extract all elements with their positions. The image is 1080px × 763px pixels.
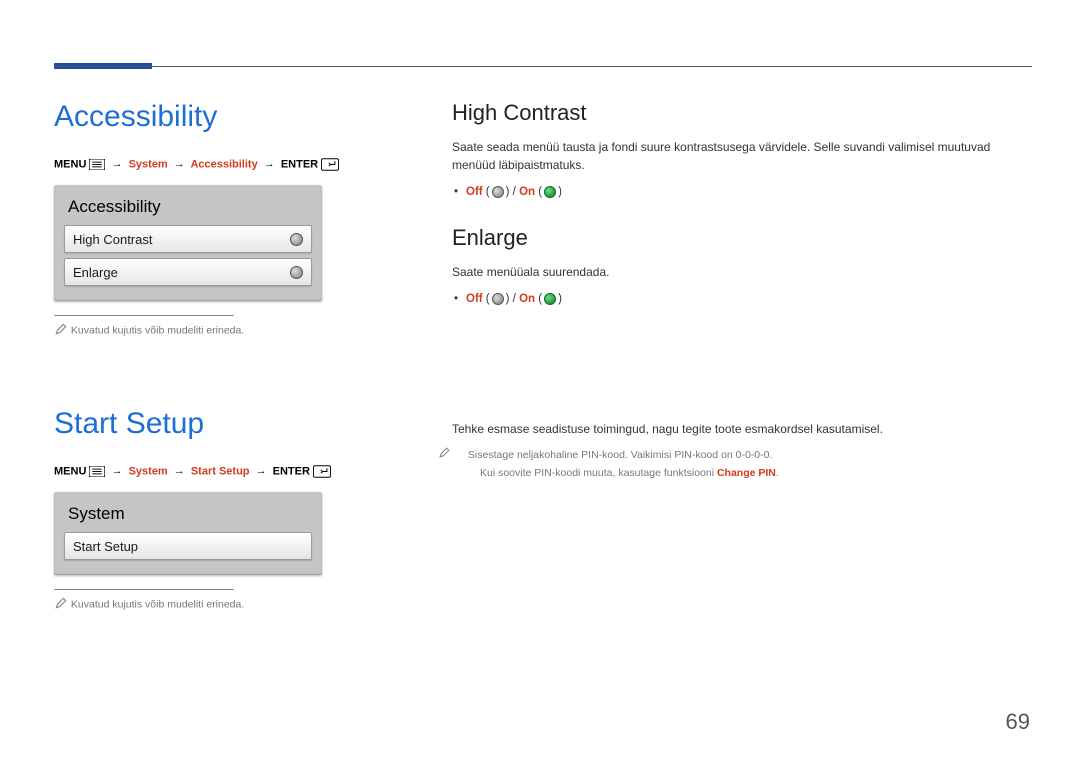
note-pre: Kui soovite PIN-koodi muuta, kasutage fu…	[480, 467, 717, 479]
row-label: Start Setup	[73, 539, 138, 554]
start-setup-note-1: Sisestage neljakohaline PIN-kood. Vaikim…	[466, 446, 1032, 482]
arrow-icon: →	[112, 465, 123, 477]
breadcrumb-system: System	[129, 158, 168, 170]
panel-row-start-setup[interactable]: Start Setup	[64, 532, 312, 560]
breadcrumb-enter-label: ENTER	[273, 465, 310, 477]
toggle-off-icon	[290, 266, 303, 279]
breadcrumb-accessibility: Accessibility	[190, 158, 257, 170]
accessibility-title: Accessibility	[54, 100, 404, 134]
breadcrumb-menu-label: MENU	[54, 158, 86, 170]
option-on: On	[519, 293, 535, 305]
dot-on-icon	[544, 293, 556, 305]
change-pin-label: Change PIN	[717, 467, 776, 479]
accessibility-breadcrumb: MENU → System → Accessibility → ENTER	[54, 158, 404, 171]
enlarge-desc: Saate menüüala suurendada.	[452, 263, 1032, 281]
pencil-icon	[54, 322, 68, 339]
high-contrast-options: Off () / On ()	[452, 182, 1032, 203]
start-setup-breadcrumb: MENU → System → Start Setup → ENTER	[54, 465, 404, 478]
start-setup-note: Kuvatud kujutis võib mudeliti erineda.	[54, 596, 404, 613]
high-contrast-desc: Saate seada menüü tausta ja fondi suure …	[452, 138, 1032, 174]
breadcrumb-start-setup: Start Setup	[191, 465, 250, 477]
option-on: On	[519, 186, 535, 198]
note-post: .	[776, 467, 779, 479]
enter-icon	[321, 158, 339, 171]
panel-row-high-contrast[interactable]: High Contrast	[64, 225, 312, 253]
panel-title: System	[64, 500, 312, 532]
enlarge-options: Off () / On ()	[452, 289, 1032, 310]
toggle-off-icon	[290, 233, 303, 246]
note-text-2: Kui soovite PIN-koodi muuta, kasutage fu…	[480, 467, 779, 479]
panel-row-enlarge[interactable]: Enlarge	[64, 258, 312, 286]
high-contrast-heading: High Contrast	[452, 100, 1032, 126]
row-label: High Contrast	[73, 232, 152, 247]
right-column: High Contrast Saate seada menüü tausta j…	[452, 100, 1032, 331]
start-setup-title: Start Setup	[54, 407, 404, 441]
menu-icon	[89, 466, 105, 478]
arrow-icon: →	[112, 158, 123, 170]
note-text: Sisestage neljakohaline PIN-kood. Vaikim…	[468, 449, 772, 461]
breadcrumb-system: System	[129, 465, 168, 477]
dot-off-icon	[492, 186, 504, 198]
option-line: Off () / On ()	[452, 289, 1032, 310]
page-number: 69	[1006, 709, 1030, 735]
breadcrumb-enter-label: ENTER	[281, 158, 318, 170]
option-off: Off	[466, 186, 483, 198]
dot-off-icon	[492, 293, 504, 305]
note-separator	[54, 589, 234, 590]
option-off: Off	[466, 293, 483, 305]
enter-icon	[313, 465, 331, 478]
enlarge-heading: Enlarge	[452, 225, 1032, 251]
arrow-icon: →	[174, 158, 185, 170]
right-start-setup-block: Tehke esmase seadistuse toimingud, nagu …	[452, 420, 1032, 482]
arrow-icon: →	[256, 465, 267, 477]
system-panel: System Start Setup	[54, 492, 322, 575]
pencil-icon	[54, 596, 68, 613]
option-line: Off () / On ()	[452, 182, 1032, 203]
left-column: Accessibility MENU → System → Accessibil…	[54, 100, 404, 613]
menu-icon	[89, 159, 105, 171]
row-label: Enlarge	[73, 265, 118, 280]
arrow-icon: →	[264, 158, 275, 170]
dot-on-icon	[544, 186, 556, 198]
start-setup-desc: Tehke esmase seadistuse toimingud, nagu …	[452, 420, 1032, 438]
note-text: Kuvatud kujutis võib mudeliti erineda.	[71, 598, 244, 610]
note-separator	[54, 315, 234, 316]
pencil-icon	[452, 446, 465, 465]
header-divider	[54, 66, 1032, 67]
breadcrumb-menu-label: MENU	[54, 465, 86, 477]
accessibility-panel: Accessibility High Contrast Enlarge	[54, 185, 322, 301]
panel-title: Accessibility	[64, 193, 312, 225]
accessibility-note: Kuvatud kujutis võib mudeliti erineda.	[54, 322, 404, 339]
arrow-icon: →	[174, 465, 185, 477]
note-text: Kuvatud kujutis võib mudeliti erineda.	[71, 324, 244, 336]
